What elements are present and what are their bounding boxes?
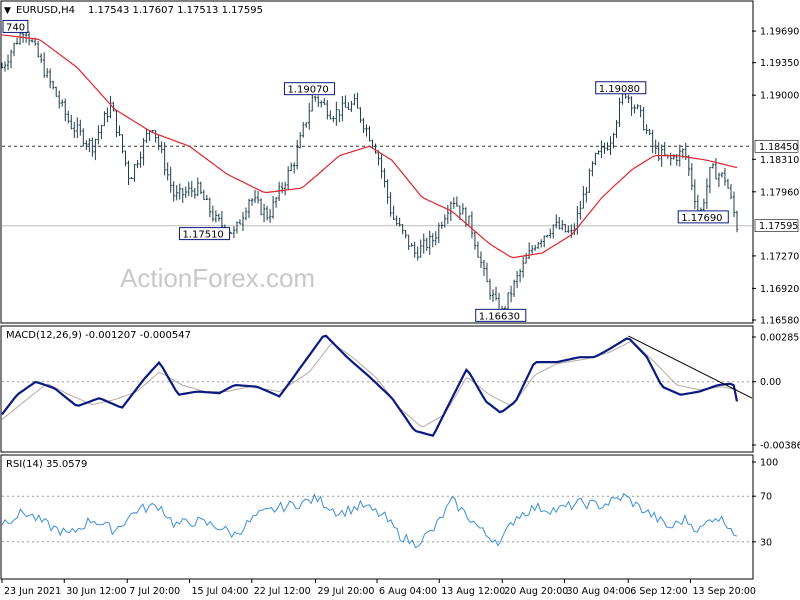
time-axis-label: 13 Aug 12:00 (441, 586, 505, 597)
time-axis-label: 6 Aug 04:00 (379, 586, 437, 597)
price-panel-frame (0, 0, 754, 324)
time-axis-label: 13 Sep 20:00 (693, 586, 756, 597)
rsi-label: RSI(14) 35.0579 (6, 459, 87, 470)
price-axis-label: 1.16920 (760, 284, 799, 295)
annotation-text: 1.19080 (599, 84, 640, 95)
time-axis-label: 6 Sep 12:00 (630, 586, 687, 597)
price-annotation: 1.19080 (595, 81, 647, 95)
time-axis-label: 22 Jul 12:00 (254, 586, 311, 597)
time-axis-label: 15 Jul 04:00 (192, 586, 249, 597)
watermark: ActionForex.com (120, 263, 315, 293)
price-axis-label: 1.19350 (760, 58, 799, 69)
price-axis-label: 1.17270 (760, 251, 799, 262)
annotation-text: 740 (6, 22, 25, 33)
price-axis-label: 1.18310 (760, 155, 799, 166)
price-axis-label: 1.19690 (760, 27, 799, 38)
macd-axis-label: -0.003868 (760, 441, 800, 452)
menu-triangle-icon[interactable]: ▼ (4, 6, 11, 16)
price-axis-label: 1.16580 (760, 316, 799, 327)
rsi-axis-label: 100 (760, 458, 778, 469)
time-axis-label: 30 Aug 04:00 (567, 586, 631, 597)
time-axis-label: 20 Aug 20:00 (504, 586, 568, 597)
price-annotation: 740 (2, 19, 29, 33)
ohlc-values: 1.17543 1.17607 1.17513 1.17595 (88, 5, 263, 16)
price-annotation: 1.17510 (178, 227, 231, 241)
eurusd-h4-chart: ActionForex.com 740 1.19070 1.17510 1.16630… (0, 0, 800, 597)
price-annotation: 1.19070 (283, 82, 336, 96)
annotation-text: 1.17690 (681, 213, 722, 224)
annotation-text: 1.16630 (479, 311, 520, 322)
hline-price-label-text: 1.18450 (759, 142, 798, 153)
last-price-label-text: 1.17595 (759, 221, 798, 232)
time-axis-label: 29 Jul 20:00 (318, 586, 375, 597)
annotation-text: 1.17510 (182, 230, 223, 241)
price-annotation: 1.17690 (677, 210, 729, 224)
symbol-label: EURUSD,H4 (16, 5, 75, 16)
rsi-axis-label: 30 (760, 537, 772, 548)
rsi-panel-frame (0, 454, 754, 580)
time-axis-label: 23 Jun 2021 (4, 586, 61, 597)
macd-axis-label: 0.002857 (760, 333, 800, 344)
price-annotation: 1.16630 (475, 308, 527, 322)
rsi-axis-label: 70 (760, 492, 772, 503)
time-axis-label: 7 Jul 20:00 (129, 586, 180, 597)
macd-label: MACD(12,26,9) -0.001207 -0.000547 (6, 330, 191, 341)
price-axis-label: 1.17960 (760, 187, 799, 198)
macd-panel-frame (0, 325, 754, 453)
time-axis-label: 30 Jun 12:00 (66, 586, 126, 597)
annotation-text: 1.19070 (287, 85, 328, 96)
price-axis-label: 1.19000 (760, 91, 799, 102)
macd-axis-label: 0.00 (760, 377, 781, 388)
